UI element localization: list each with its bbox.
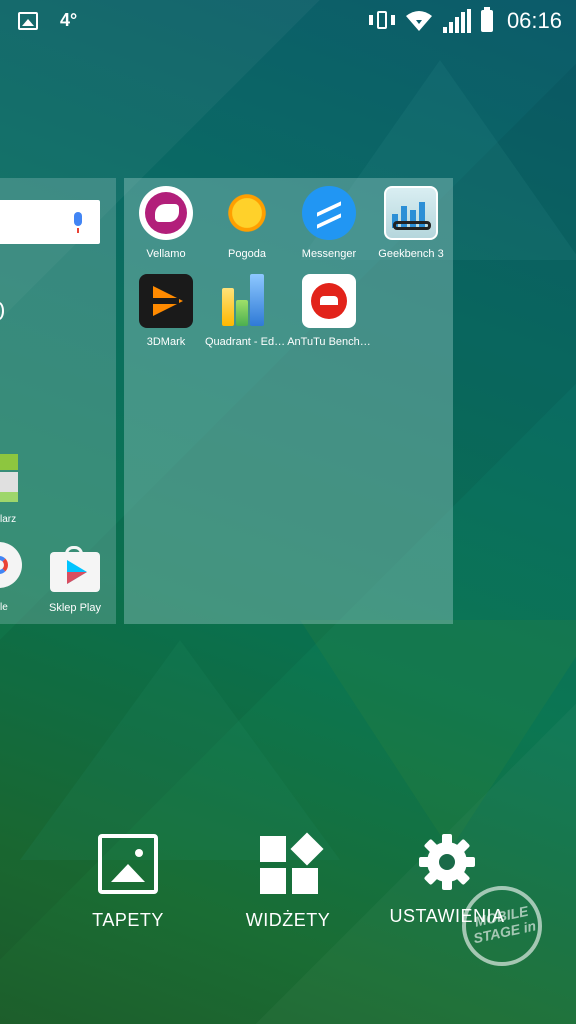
app-quadrant[interactable]: Quadrant - Edyc…: [205, 274, 289, 348]
microphone-icon[interactable]: [74, 212, 82, 233]
temperature-text: 4°: [60, 10, 78, 30]
weather-icon: [220, 186, 274, 240]
widgets-label: WIDŻETY: [245, 910, 331, 930]
status-bar-right: 06:16: [368, 7, 562, 34]
battery-icon: [480, 7, 493, 32]
app-label: Messenger: [301, 248, 357, 260]
messenger-icon: [302, 186, 356, 240]
play-store-label: Sklep Play: [49, 602, 101, 614]
app-label-fragment: le: [0, 602, 8, 613]
app-geekbench[interactable]: Geekbench 3: [369, 186, 453, 260]
vellamo-icon: [139, 186, 193, 240]
gear-icon: [419, 834, 475, 890]
google-app-icon[interactable]: [0, 542, 22, 588]
clock-widget-fragment: [0, 302, 4, 320]
play-store-icon[interactable]: [50, 546, 100, 592]
antutu-icon: [302, 274, 356, 328]
app-label: AnTuTu Bench…: [287, 336, 371, 348]
image-notification-icon: [18, 11, 38, 30]
app-3dmark[interactable]: 3DMark: [124, 274, 208, 348]
widgets-icon: [258, 832, 324, 894]
app-weather[interactable]: Pogoda: [205, 186, 289, 260]
home-page-current[interactable]: Vellamo Pogoda Messenger Geekbench 3 3DM…: [124, 178, 453, 624]
wallpapers-label: TAPETY: [92, 910, 164, 930]
app-messenger[interactable]: Messenger: [287, 186, 371, 260]
wallpapers-button[interactable]: TAPETY: [53, 834, 203, 931]
app-vellamo[interactable]: Vellamo: [124, 186, 208, 260]
signal-icon: [442, 9, 471, 33]
status-bar-left: 4°: [18, 10, 77, 31]
clock-time: 06:16: [506, 8, 562, 33]
vibrate-icon: [368, 10, 395, 32]
app-label: Vellamo: [146, 248, 186, 260]
3dmark-icon: [139, 274, 193, 328]
app-label-fragment: larz: [0, 514, 17, 525]
widgets-button[interactable]: WIDŻETY: [213, 832, 363, 931]
calendar-icon[interactable]: [0, 454, 20, 502]
google-search-bar[interactable]: [0, 200, 100, 244]
quadrant-icon: [220, 274, 274, 328]
geekbench-icon: [384, 186, 438, 240]
app-label: 3DMark: [146, 336, 186, 348]
app-antutu[interactable]: AnTuTu Bench…: [287, 274, 371, 348]
background-shape: [300, 620, 576, 850]
status-bar: 4° 06:16: [0, 0, 576, 40]
app-label: Pogoda: [228, 248, 266, 260]
watermark-text: MOBILE STAGE in: [471, 902, 538, 947]
background-shape: [20, 640, 340, 860]
app-label: Quadrant - Edyc…: [205, 336, 289, 348]
wifi-icon: [405, 11, 432, 31]
app-label: Geekbench 3: [378, 248, 444, 260]
wallpaper-icon: [98, 834, 158, 894]
watermark-logo: MOBILE STAGE in: [462, 886, 542, 966]
